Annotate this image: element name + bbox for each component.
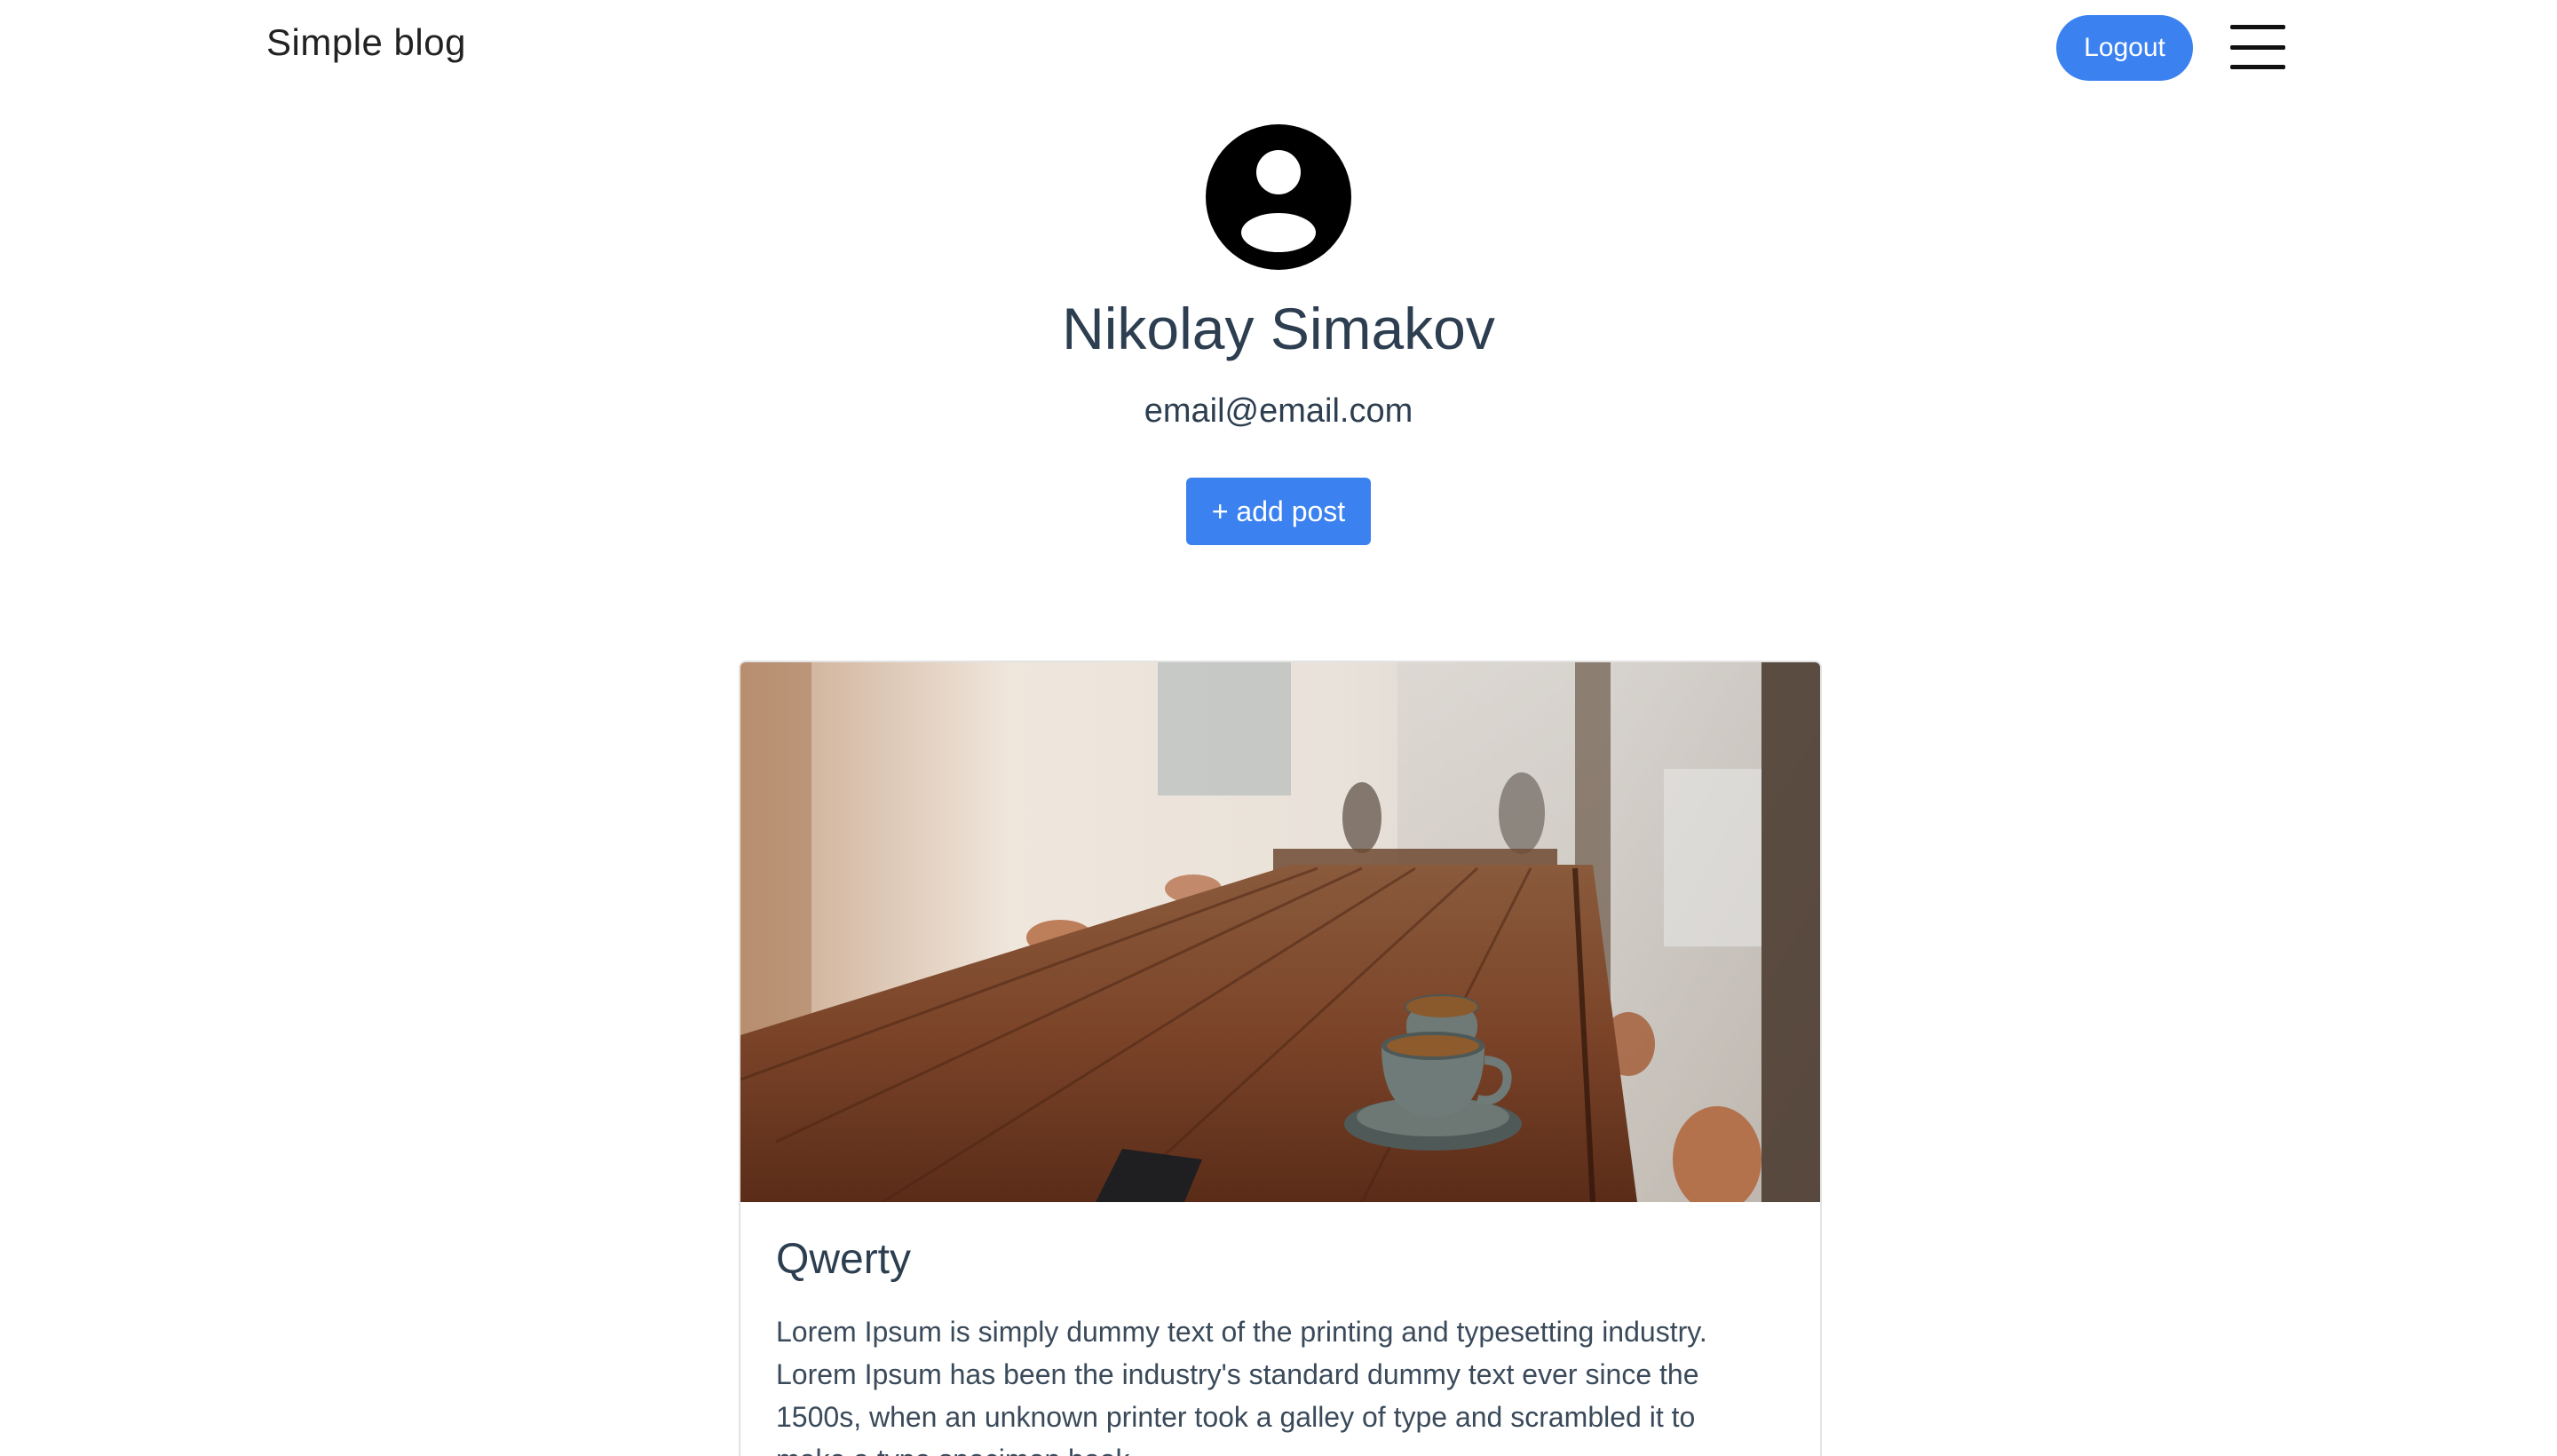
post-excerpt: Lorem Ipsum is simply dummy text of the … xyxy=(776,1315,1707,1456)
menu-bar xyxy=(2230,44,2285,50)
hamburger-menu-icon[interactable] xyxy=(2230,25,2285,69)
profile-name: Nikolay Simakov xyxy=(1062,296,1495,361)
add-post-button[interactable]: + add post xyxy=(1186,478,1371,545)
logout-button[interactable]: Logout xyxy=(2056,15,2193,81)
top-navbar: Simple blog Logout xyxy=(0,0,2557,94)
page: Simple blog Logout Nikolay Simakov email… xyxy=(0,0,2557,1456)
post-card-body: Qwerty Lorem Ipsum is simply dummy text … xyxy=(740,1202,1820,1456)
post-card[interactable]: Qwerty Lorem Ipsum is simply dummy text … xyxy=(739,661,1822,1456)
user-avatar-icon xyxy=(1206,124,1351,270)
post-image[interactable] xyxy=(740,662,1820,1202)
menu-bar xyxy=(2230,65,2285,69)
post-title[interactable]: Qwerty xyxy=(776,1234,1785,1286)
profile-email: email@email.com xyxy=(1144,392,1413,430)
menu-bar xyxy=(2230,25,2285,29)
brand-logo-text[interactable]: Simple blog xyxy=(266,21,466,64)
